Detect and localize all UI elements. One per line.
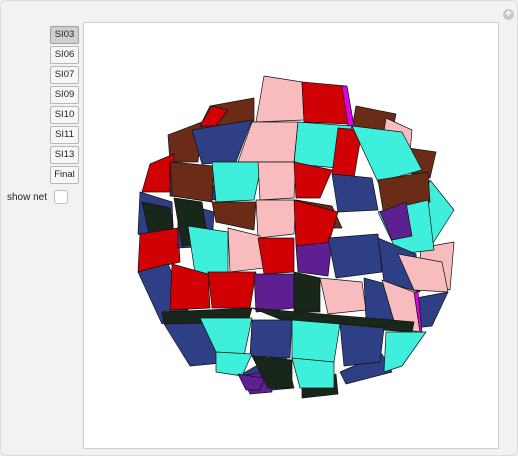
- polyhedron-face: [255, 75, 305, 123]
- polyhedron-face: [319, 277, 367, 315]
- polyhedron-face: [249, 319, 293, 359]
- stage-button-si07[interactable]: SI07: [50, 66, 79, 84]
- polyhedron-face: [331, 173, 379, 213]
- polyhedron-face: [301, 81, 349, 125]
- polyhedron-face: [291, 357, 335, 389]
- demonstration-panel: + SI03 SI06 SI07 SI09 SI10 SI11 SI13 Fin…: [0, 0, 518, 456]
- polyhedron-face: [327, 233, 383, 279]
- polyhedron-face: [295, 241, 333, 277]
- polyhedron-face: [293, 161, 333, 199]
- polyhedron-face: [169, 161, 215, 203]
- stage-button-si13[interactable]: SI13: [50, 146, 79, 164]
- stage-button-si09[interactable]: SI09: [50, 86, 79, 104]
- polyhedron-face: [141, 153, 175, 193]
- polyhedron-face: [383, 331, 427, 373]
- polyhedron-face: [257, 161, 297, 201]
- stage-button-si06[interactable]: SI06: [50, 46, 79, 64]
- stage-button-si03[interactable]: SI03: [50, 26, 79, 44]
- plus-icon[interactable]: +: [503, 9, 514, 20]
- stage-button-si11[interactable]: SI11: [50, 126, 79, 144]
- polyhedron-face: [257, 237, 295, 275]
- polyhedron-face: [255, 199, 297, 239]
- polyhedron-face: [291, 319, 341, 363]
- polyhedron-face: [339, 323, 385, 367]
- polyhedron-face: [207, 271, 257, 309]
- stage-button-final[interactable]: Final: [50, 166, 79, 184]
- show-net-control: show net: [7, 190, 69, 204]
- polyhedron-face: [293, 271, 321, 313]
- polyhedron-model[interactable]: [84, 23, 498, 448]
- polyhedron-face: [253, 273, 295, 313]
- stage-button-group: SI03 SI06 SI07 SI09 SI10 SI11 SI13 Final: [50, 26, 79, 186]
- polyhedron-face: [211, 201, 257, 231]
- show-net-checkbox[interactable]: [54, 190, 69, 204]
- show-net-label: show net: [7, 191, 48, 203]
- graphics-view[interactable]: [83, 22, 499, 449]
- stage-button-si10[interactable]: SI10: [50, 106, 79, 124]
- polyhedron-face: [211, 161, 263, 203]
